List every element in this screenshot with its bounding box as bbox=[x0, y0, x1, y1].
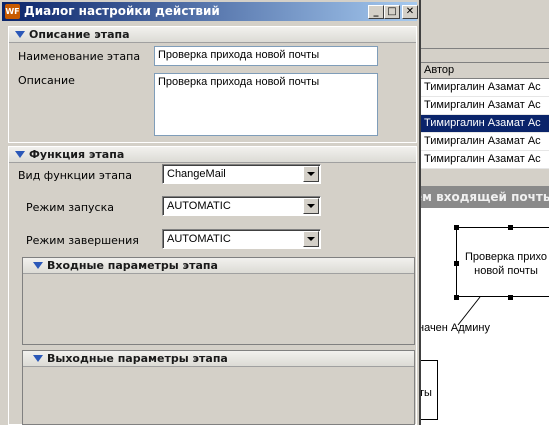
resize-handle[interactable] bbox=[508, 225, 513, 230]
finish-mode-label: Режим завершения bbox=[26, 234, 139, 247]
app-icon: WF bbox=[5, 4, 20, 19]
chevron-down-icon[interactable] bbox=[303, 231, 319, 247]
workflow-edge-label: начен Админу bbox=[418, 322, 490, 334]
dialog-title: Диалог настройки действий bbox=[24, 4, 220, 18]
background-toolbar bbox=[420, 30, 549, 49]
maximize-button[interactable]: □ bbox=[384, 5, 400, 19]
minimize-button[interactable]: _ bbox=[368, 5, 384, 19]
close-button[interactable]: ✕ bbox=[402, 5, 418, 19]
collapse-triangle-icon[interactable] bbox=[33, 354, 43, 362]
dialog-titlebar[interactable]: WF Диалог настройки действий _ □ ✕ bbox=[2, 2, 418, 21]
start-mode-label: Режим запуска bbox=[26, 201, 114, 214]
table-row[interactable]: Тимиргалин Азамат Ас bbox=[420, 97, 549, 115]
chevron-down-icon[interactable] bbox=[303, 198, 319, 214]
collapse-triangle-icon[interactable] bbox=[15, 150, 25, 158]
stage-function-header[interactable]: Функция этапа bbox=[9, 147, 416, 163]
table-row[interactable]: Тимиргалин Азамат Ас bbox=[420, 133, 549, 151]
workflow-node-selected[interactable]: Проверка прихо новой почты bbox=[456, 227, 549, 297]
workflow-node[interactable]: ты bbox=[418, 360, 438, 420]
table-row-selected[interactable]: Тимиргалин Азамат Ас bbox=[420, 115, 549, 133]
description-label: Описание bbox=[18, 74, 75, 87]
background-table[interactable]: Автор Тимиргалин Азамат Ас Тимиргалин Аз… bbox=[420, 62, 549, 169]
author-column-header[interactable]: Автор bbox=[420, 63, 549, 79]
table-row[interactable]: Тимиргалин Азамат Ас bbox=[420, 79, 549, 97]
stage-name-field[interactable]: Проверка прихода новой почты bbox=[154, 46, 378, 66]
input-params-panel: Входные параметры этапа bbox=[22, 257, 415, 345]
collapse-triangle-icon[interactable] bbox=[15, 30, 25, 38]
input-params-title: Входные параметры этапа bbox=[47, 259, 218, 272]
output-params-title: Выходные параметры этапа bbox=[47, 352, 228, 365]
workflow-panel-title: ем входящей почты bbox=[420, 186, 549, 208]
function-type-select[interactable]: ChangeMail bbox=[162, 164, 321, 184]
function-type-value: ChangeMail bbox=[167, 168, 226, 180]
output-params-header[interactable]: Выходные параметры этапа bbox=[23, 351, 414, 367]
output-params-panel: Выходные параметры этапа bbox=[22, 350, 415, 425]
description-field[interactable]: Проверка прихода новой почты bbox=[154, 73, 378, 136]
start-mode-value: AUTOMATIC bbox=[167, 200, 231, 212]
function-type-label: Вид функции этапа bbox=[18, 169, 132, 182]
stage-description-title: Описание этапа bbox=[29, 28, 130, 41]
workflow-node-label: Проверка прихо bbox=[464, 251, 548, 263]
collapse-triangle-icon[interactable] bbox=[33, 261, 43, 269]
stage-description-header[interactable]: Описание этапа bbox=[9, 27, 416, 43]
table-row[interactable]: Тимиргалин Азамат Ас bbox=[420, 151, 549, 169]
workflow-node-label: новой почты bbox=[474, 265, 538, 277]
action-settings-dialog: WF Диалог настройки действий _ □ ✕ Описа… bbox=[0, 0, 421, 425]
resize-handle[interactable] bbox=[508, 295, 513, 300]
finish-mode-value: AUTOMATIC bbox=[167, 233, 231, 245]
start-mode-select[interactable]: AUTOMATIC bbox=[162, 196, 321, 216]
resize-handle[interactable] bbox=[454, 261, 459, 266]
chevron-down-icon[interactable] bbox=[303, 166, 319, 182]
input-params-header[interactable]: Входные параметры этапа bbox=[23, 258, 414, 274]
stage-name-label: Наименование этапа bbox=[18, 50, 141, 63]
resize-handle[interactable] bbox=[454, 225, 459, 230]
stage-function-title: Функция этапа bbox=[29, 148, 125, 161]
finish-mode-select[interactable]: AUTOMATIC bbox=[162, 229, 321, 249]
